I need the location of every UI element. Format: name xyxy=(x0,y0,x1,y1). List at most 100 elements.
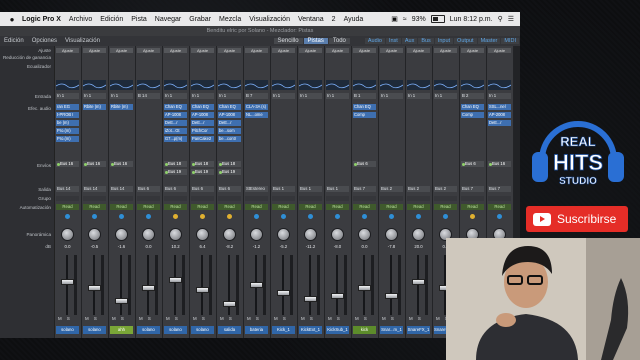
eq-thumbnail[interactable] xyxy=(164,80,187,90)
output-slot[interactable]: Bus 1 xyxy=(299,186,322,192)
plugin-slot[interactable]: CLA-3A (s) xyxy=(245,104,268,110)
output-slot[interactable]: StEstereo xyxy=(245,186,268,192)
volume-fader[interactable] xyxy=(196,287,209,294)
input-slot[interactable]: In 1 xyxy=(272,93,295,99)
group-slot[interactable] xyxy=(488,196,511,201)
input-slot[interactable]: B 1 xyxy=(353,93,376,99)
battery-icon[interactable] xyxy=(430,15,445,23)
input-slot[interactable]: In 1 xyxy=(326,93,349,99)
automation-mode[interactable]: Read xyxy=(83,204,106,210)
automation-mode[interactable]: Read xyxy=(488,204,511,210)
volume-fader[interactable] xyxy=(385,292,398,299)
eq-thumbnail[interactable] xyxy=(488,80,511,90)
group-slot[interactable] xyxy=(326,196,349,201)
setting-button[interactable]: Ajuste xyxy=(164,48,187,53)
setting-button[interactable]: Ajuste xyxy=(461,48,484,53)
output-slot[interactable]: Bus 6 xyxy=(137,186,160,192)
plugin-slot[interactable]: Rbite (m) xyxy=(83,104,106,110)
volume-fader[interactable] xyxy=(412,279,425,286)
mode-pistas[interactable]: Pistas xyxy=(303,38,328,44)
eq-thumbnail[interactable] xyxy=(56,80,79,90)
filter-input[interactable]: Input xyxy=(434,38,454,44)
edit-menu[interactable]: Edición xyxy=(4,38,24,44)
input-slot[interactable]: In 1 xyxy=(488,93,511,99)
input-slot[interactable]: In 1 xyxy=(164,93,187,99)
group-slot[interactable] xyxy=(83,196,106,201)
setting-button[interactable]: Ajuste xyxy=(407,48,430,53)
menu-2[interactable]: 2 xyxy=(332,16,336,23)
plugin-slot[interactable]: Pro.(m) xyxy=(56,128,79,134)
plugin-slot[interactable]: be (m) xyxy=(56,120,79,126)
automation-mode[interactable]: Read xyxy=(191,204,214,210)
send-slot[interactable]: Bus 16 xyxy=(488,161,511,167)
pan-knob[interactable] xyxy=(88,228,101,241)
menu-edicion[interactable]: Edición xyxy=(100,16,123,23)
output-slot[interactable]: Bus 6 xyxy=(164,186,187,192)
clock[interactable]: Lun 8:12 p.m. xyxy=(450,16,493,23)
volume-fader[interactable] xyxy=(223,300,236,307)
automation-mode[interactable]: Read xyxy=(434,204,457,210)
group-slot[interactable] xyxy=(434,196,457,201)
group-slot[interactable] xyxy=(164,196,187,201)
group-slot[interactable] xyxy=(110,196,133,201)
group-slot[interactable] xyxy=(56,196,79,201)
pan-knob[interactable] xyxy=(385,228,398,241)
plugin-slot[interactable]: Chan EQ xyxy=(164,104,187,110)
plugin-slot[interactable]: iZot...Gt xyxy=(164,128,187,134)
setting-button[interactable]: Ajuste xyxy=(83,48,106,53)
input-slot[interactable]: B 2 xyxy=(461,93,484,99)
input-slot[interactable]: In 1 xyxy=(299,93,322,99)
pan-knob[interactable] xyxy=(61,228,74,241)
pan-knob[interactable] xyxy=(169,228,182,241)
volume-fader[interactable] xyxy=(304,295,317,302)
filter-bus[interactable]: Bus xyxy=(418,38,434,44)
menu-ayuda[interactable]: Ayuda xyxy=(344,16,364,23)
setting-button[interactable]: Ajuste xyxy=(434,48,457,53)
input-slot[interactable]: In 1 xyxy=(56,93,79,99)
plugin-slot[interactable]: Comp xyxy=(461,112,484,118)
mute-solo-buttons[interactable]: M S xyxy=(328,316,342,321)
menu-navegar[interactable]: Navegar xyxy=(155,16,181,23)
plugin-slot[interactable]: Comp xyxy=(353,112,376,118)
automation-mode[interactable]: Read xyxy=(461,204,484,210)
setting-button[interactable]: Ajuste xyxy=(137,48,160,53)
output-slot[interactable]: Bus 7 xyxy=(461,186,484,192)
output-slot[interactable]: Bus 14 xyxy=(110,186,133,192)
output-slot[interactable]: Bus 7 xyxy=(353,186,376,192)
eq-thumbnail[interactable] xyxy=(110,80,133,90)
setting-button[interactable]: Ajuste xyxy=(218,48,241,53)
pan-knob[interactable] xyxy=(277,228,290,241)
send-slot[interactable]: Bus 19 xyxy=(191,169,214,175)
automation-mode[interactable]: Read xyxy=(164,204,187,210)
filter-aux[interactable]: Aux xyxy=(401,38,418,44)
setting-button[interactable]: Ajuste xyxy=(245,48,268,53)
apple-icon[interactable]: ● xyxy=(6,15,18,24)
track-name[interactable]: solano xyxy=(164,326,187,334)
setting-button[interactable]: Ajuste xyxy=(326,48,349,53)
group-slot[interactable] xyxy=(299,196,322,201)
filter-audio[interactable]: Audio xyxy=(364,38,385,44)
output-slot[interactable]: Bus 2 xyxy=(380,186,403,192)
plugin-slot[interactable]: NL...ome xyxy=(245,112,268,118)
volume-fader[interactable] xyxy=(250,282,263,288)
mute-solo-buttons[interactable]: M S xyxy=(301,316,315,321)
plugin-slot[interactable]: Rbite (m) xyxy=(110,104,133,110)
pan-knob[interactable] xyxy=(412,228,425,241)
automation-mode[interactable]: Read xyxy=(137,204,160,210)
filter-midi[interactable]: MIDI xyxy=(501,38,519,44)
output-slot[interactable]: Bus 14 xyxy=(83,186,106,192)
plugin-slot[interactable]: AP-1008 xyxy=(191,112,214,118)
output-slot[interactable]: Bus 1 xyxy=(326,186,349,192)
volume-fader[interactable] xyxy=(61,279,74,286)
mute-solo-buttons[interactable]: M S xyxy=(85,316,99,321)
automation-mode[interactable]: Read xyxy=(353,204,376,210)
send-slot[interactable]: Bus 16 xyxy=(110,161,133,167)
eq-thumbnail[interactable] xyxy=(245,80,268,90)
setting-button[interactable]: Ajuste xyxy=(299,48,322,53)
setting-button[interactable]: Ajuste xyxy=(353,48,376,53)
pan-knob[interactable] xyxy=(196,228,209,241)
filter-output[interactable]: Output xyxy=(454,38,477,44)
send-slot[interactable]: Bus 6 xyxy=(461,161,484,167)
output-slot[interactable]: Bus 6 xyxy=(191,186,214,192)
plugin-slot[interactable]: DeE...r xyxy=(488,120,511,126)
